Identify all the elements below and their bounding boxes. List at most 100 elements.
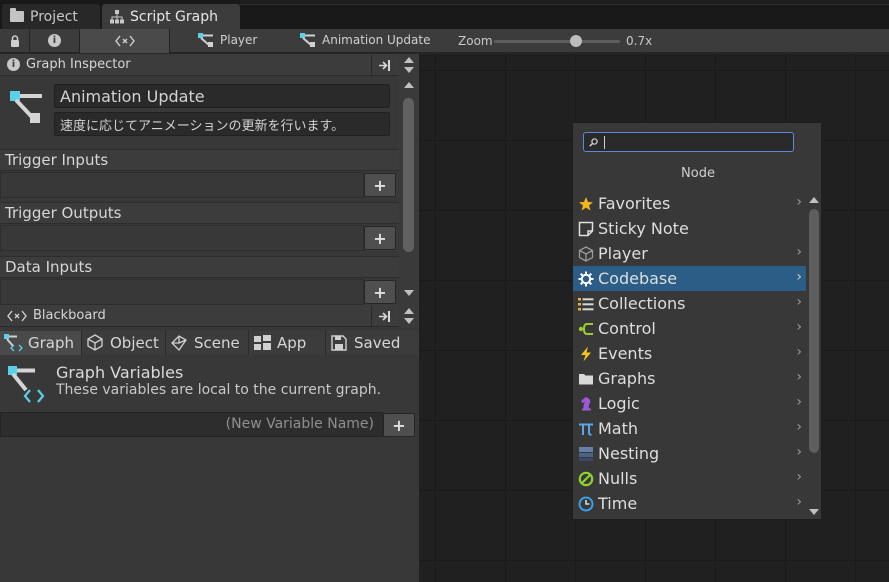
menu-item-events[interactable]: Events ›: [573, 341, 806, 366]
tab-saved[interactable]: Saved: [326, 331, 419, 355]
tab-script-graph[interactable]: Script Graph: [102, 4, 240, 29]
trigger-outputs-empty: [0, 225, 364, 251]
dock-button[interactable]: [371, 306, 397, 326]
graph-description-value: 速度に応じてアニメーションの更新を行います。: [60, 118, 345, 134]
menu-item-control[interactable]: Control ›: [573, 316, 806, 341]
node-category-list: Favorites › Sticky Note Player › Codebas: [573, 191, 806, 516]
cube-outline-icon: [577, 245, 595, 263]
menu-item-player[interactable]: Player ›: [573, 241, 806, 266]
trigger-inputs-empty: [0, 172, 364, 198]
node-finder-title: Node: [681, 166, 715, 181]
scroll-up-icon[interactable]: [404, 308, 414, 314]
chess-knight-icon: [577, 395, 595, 413]
add-trigger-input-button[interactable]: +: [364, 173, 396, 197]
null-icon: [577, 470, 595, 488]
menu-item-label: Time: [598, 494, 638, 513]
trigger-inputs-list: +: [0, 172, 399, 198]
chevron-right-icon: ›: [796, 419, 802, 435]
chevron-right-icon: ›: [796, 344, 802, 360]
chevron-right-icon: ›: [796, 244, 802, 260]
data-inputs-empty: [0, 279, 364, 305]
blackboard-toggle[interactable]: [80, 28, 170, 53]
menu-item-favorites[interactable]: Favorites ›: [573, 191, 806, 216]
gear-icon: [577, 270, 595, 288]
add-variable-button[interactable]: +: [383, 413, 415, 437]
chevron-right-icon: ›: [796, 319, 802, 335]
menu-item-codebase[interactable]: Codebase ›: [573, 266, 806, 291]
node-search-input[interactable]: [583, 132, 794, 152]
graph-inspector-toggle[interactable]: i: [30, 28, 80, 53]
side-panel: i Graph Inspector Animation Update 速度に応じ…: [0, 54, 419, 582]
menu-item-time[interactable]: Time ›: [573, 491, 806, 516]
scroll-up-icon[interactable]: [809, 197, 819, 203]
node-list-scroll-thumb[interactable]: [809, 209, 819, 453]
clock-icon: [577, 495, 595, 513]
menu-item-nulls[interactable]: Nulls ›: [573, 466, 806, 491]
tab-object[interactable]: Object: [82, 331, 166, 355]
chevron-right-icon: ›: [796, 369, 802, 385]
zoom-slider-track[interactable]: [494, 40, 620, 43]
node-list-scrollbar[interactable]: [806, 191, 822, 518]
dock-icon: [378, 310, 390, 322]
tab-project-label: Project: [30, 8, 78, 25]
add-trigger-output-button[interactable]: +: [364, 226, 396, 250]
chevron-right-icon: ›: [796, 394, 802, 410]
menu-item-label: Events: [598, 344, 653, 363]
trigger-outputs-list: +: [0, 225, 399, 251]
breadcrumb-player-label: Player: [220, 33, 258, 47]
inspector-scrollbar[interactable]: [399, 76, 419, 304]
menu-item-nesting[interactable]: Nesting ›: [573, 441, 806, 466]
tab-project[interactable]: Project: [2, 4, 100, 29]
tab-saved-label: Saved: [354, 334, 401, 352]
menu-item-label: Graphs: [598, 369, 656, 388]
menu-item-graphs[interactable]: Graphs ›: [573, 366, 806, 391]
scroll-down-icon[interactable]: [404, 318, 414, 324]
menu-item-sticky-note[interactable]: Sticky Note: [573, 216, 806, 241]
blackboard-header: Blackboard: [0, 305, 419, 327]
scroll-up-icon[interactable]: [404, 57, 414, 63]
data-inputs-list: +: [0, 279, 399, 305]
graph-title-field[interactable]: Animation Update: [54, 84, 390, 108]
menu-item-collections[interactable]: Collections ›: [573, 291, 806, 316]
scroll-down-icon[interactable]: [809, 509, 819, 515]
menu-item-math[interactable]: Math ›: [573, 416, 806, 441]
tab-graph[interactable]: Graph: [0, 331, 82, 355]
graph-description-field[interactable]: 速度に応じてアニメーションの更新を行います。: [54, 112, 390, 136]
menu-item-logic[interactable]: Logic ›: [573, 391, 806, 416]
chevron-right-icon: ›: [796, 494, 802, 510]
chevron-right-icon: ›: [796, 444, 802, 460]
breadcrumb-animation-update[interactable]: Animation Update: [300, 33, 430, 47]
text-caret: [604, 135, 605, 149]
flow-graph-icon: [198, 33, 213, 47]
branch-icon: [577, 320, 595, 338]
trigger-inputs-header[interactable]: Trigger Inputs: [0, 149, 399, 171]
inspector-scroll-thumb[interactable]: [403, 98, 414, 252]
menu-item-label: Favorites: [598, 194, 671, 213]
zoom-slider-handle[interactable]: [570, 35, 582, 47]
graph-toolbar: i Player Animation Update Zoom 0.7x: [0, 28, 889, 53]
menu-item-label: Logic: [598, 394, 640, 413]
dock-button[interactable]: [371, 55, 397, 75]
lock-icon: [10, 34, 19, 47]
variables-icon: [114, 35, 135, 46]
scroll-down-icon[interactable]: [404, 67, 414, 73]
dock-icon: [378, 59, 390, 71]
scroll-down-icon[interactable]: [404, 290, 414, 296]
menu-item-label: Player: [598, 244, 648, 263]
trigger-outputs-header[interactable]: Trigger Outputs: [0, 202, 399, 224]
menu-item-label: Control: [598, 319, 656, 338]
lock-button[interactable]: [0, 28, 30, 53]
tab-scene[interactable]: Scene: [166, 331, 249, 355]
save-icon: [331, 335, 347, 351]
add-data-input-button[interactable]: +: [364, 280, 396, 304]
tab-app[interactable]: App: [249, 331, 326, 355]
breadcrumb-player[interactable]: Player: [198, 33, 257, 47]
graph-inspector-header: i Graph Inspector: [0, 54, 419, 76]
scroll-up-icon[interactable]: [404, 82, 414, 88]
zoom-value: 0.7x: [626, 34, 653, 48]
new-variable-name-input[interactable]: (New Variable Name): [0, 412, 383, 437]
data-inputs-label: Data Inputs: [5, 258, 93, 276]
graph-variables-title: Graph Variables: [56, 363, 184, 382]
trigger-inputs-label: Trigger Inputs: [5, 151, 109, 169]
data-inputs-header[interactable]: Data Inputs: [0, 256, 399, 278]
